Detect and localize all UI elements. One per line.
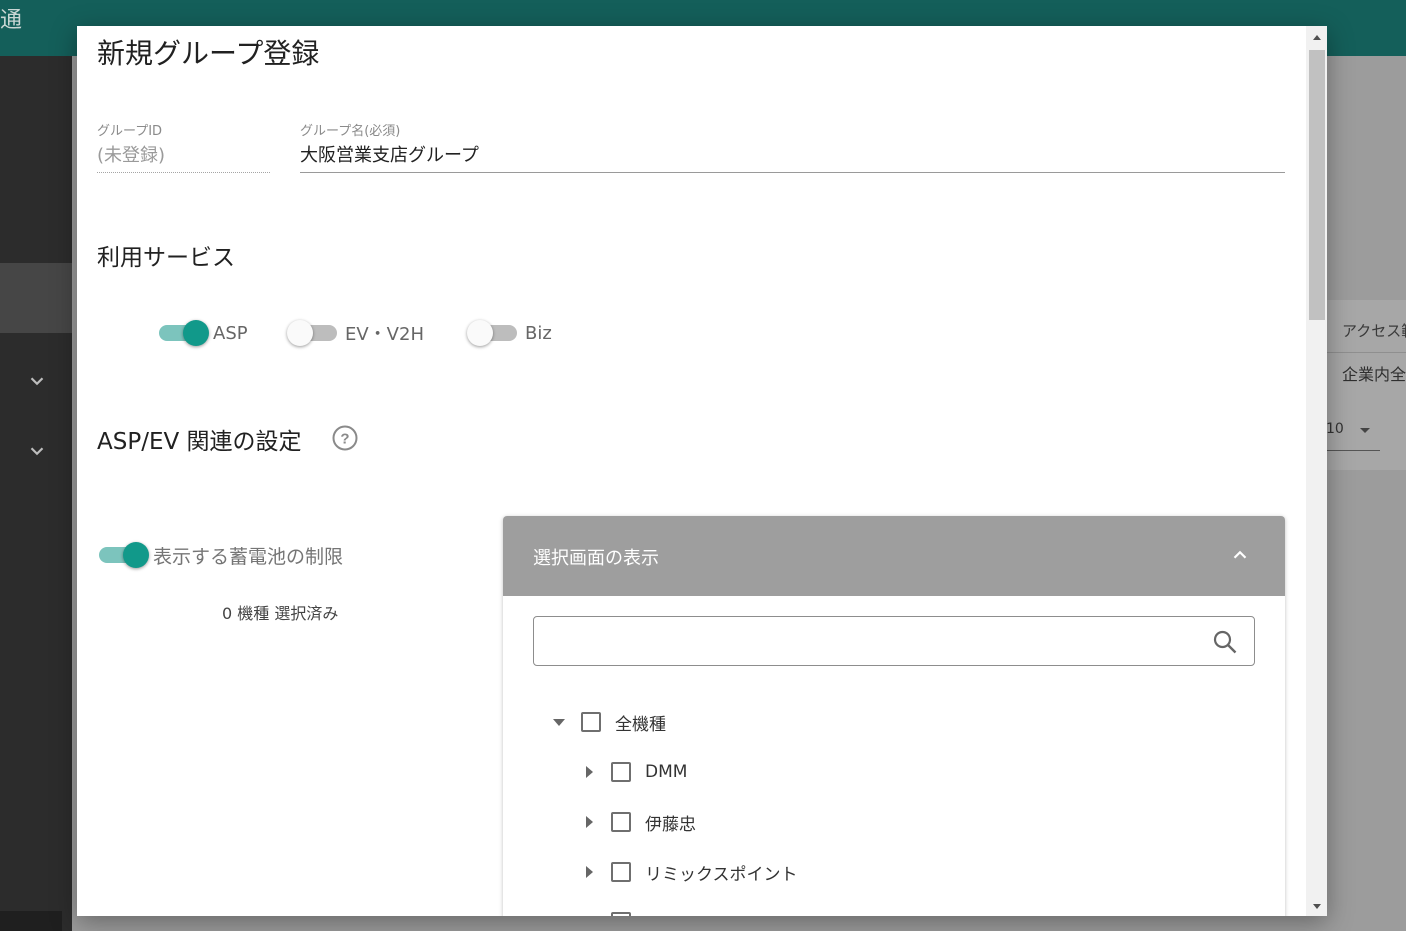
company-cell: 企業内全	[1342, 365, 1406, 384]
tree-item-label: リミックスポイント	[645, 864, 798, 885]
rows-per-page-select[interactable]: 10	[1326, 418, 1380, 451]
table-row: 企業内全	[1326, 352, 1406, 391]
group-id-label: グループID	[97, 124, 163, 139]
tree-item-all-models[interactable]: 全機種	[551, 708, 666, 736]
toggle-thumb	[287, 320, 313, 346]
toggle-thumb	[123, 542, 149, 568]
tree-item-label: 全機種	[615, 714, 666, 735]
group-id-value: (未登録)	[97, 145, 166, 166]
biz-toggle[interactable]: Biz	[467, 320, 552, 346]
services-title: 利用サービス	[97, 245, 235, 271]
tree-item-remixpoint[interactable]: リミックスポイント	[581, 858, 798, 886]
chevron-down-icon[interactable]	[26, 370, 48, 392]
selection-panel-header[interactable]: 選択画面の表示	[503, 516, 1285, 596]
new-group-dialog: 新規グループ登録 グループID (未登録) グループ名(必須) 大阪営業支店グル…	[77, 26, 1327, 916]
caret-right-icon[interactable]	[581, 764, 597, 780]
toggle-track	[287, 320, 337, 346]
search-icon[interactable]	[1212, 629, 1238, 655]
tree-item-itochu[interactable]: 伊藤忠	[581, 808, 696, 836]
group-id-field: グループID (未登録)	[97, 120, 270, 173]
sidebar-footer	[0, 911, 62, 931]
ev-v2h-toggle-label: EV・V2H	[345, 324, 424, 345]
tree-item-dmm[interactable]: DMM	[581, 758, 687, 786]
sidebar-active-item[interactable]	[0, 263, 72, 333]
group-name-label: グループ名(必須)	[300, 124, 401, 139]
selection-panel-title: 選択画面の表示	[533, 548, 659, 569]
group-name-input[interactable]: 大阪営業支店グループ	[300, 141, 1285, 167]
caret-right-icon[interactable]	[581, 814, 597, 830]
scroll-down-arrow-icon[interactable]	[1310, 898, 1324, 912]
selection-panel: 選択画面の表示 全機種 DMM 伊藤忠 リミックスポイント	[503, 516, 1285, 916]
group-name-field[interactable]: グループ名(必須) 大阪営業支店グループ	[300, 120, 1285, 173]
tree-item-label: 伊藤忠	[645, 814, 696, 835]
ev-v2h-toggle[interactable]: EV・V2H	[287, 320, 424, 346]
caret-right-icon[interactable]	[581, 914, 597, 916]
rows-per-page-value: 10	[1326, 421, 1344, 437]
toggle-track	[467, 320, 517, 346]
checkbox[interactable]	[611, 812, 631, 832]
toggle-thumb	[183, 320, 209, 346]
asp-toggle[interactable]: ASP	[159, 320, 248, 346]
checkbox[interactable]	[611, 912, 631, 916]
svg-text:?: ?	[340, 431, 349, 448]
access-range-header: アクセス範	[1342, 322, 1406, 340]
dialog-title: 新規グループ登録	[97, 37, 320, 70]
battery-limit-toggle[interactable]: 表示する蓄電池の制限	[99, 542, 343, 568]
tree-item-label: DMM	[645, 762, 688, 782]
chevron-up-icon[interactable]	[1229, 544, 1251, 566]
search-input[interactable]	[533, 616, 1255, 666]
tree-item-partial[interactable]	[581, 908, 645, 916]
asp-ev-settings-title: ASP/EV 関連の設定	[97, 429, 302, 455]
checkbox[interactable]	[581, 712, 601, 732]
help-icon[interactable]: ?	[331, 424, 359, 452]
biz-toggle-label: Biz	[525, 322, 552, 344]
toggle-track	[159, 320, 209, 346]
checkbox[interactable]	[611, 862, 631, 882]
chevron-down-icon[interactable]	[26, 440, 48, 462]
scroll-up-arrow-icon[interactable]	[1310, 30, 1324, 44]
toggle-thumb	[467, 320, 493, 346]
scrollbar-thumb[interactable]	[1309, 50, 1325, 320]
sidebar	[0, 56, 72, 931]
caret-down-icon[interactable]	[551, 714, 567, 730]
selected-count: 0 機種 選択済み	[222, 604, 339, 623]
app-title: 通	[0, 8, 23, 33]
toggle-track	[99, 542, 149, 568]
checkbox[interactable]	[611, 762, 631, 782]
battery-limit-label: 表示する蓄電池の制限	[153, 545, 344, 568]
dropdown-arrow-icon	[1358, 422, 1372, 441]
caret-right-icon[interactable]	[581, 864, 597, 880]
asp-toggle-label: ASP	[213, 322, 248, 344]
